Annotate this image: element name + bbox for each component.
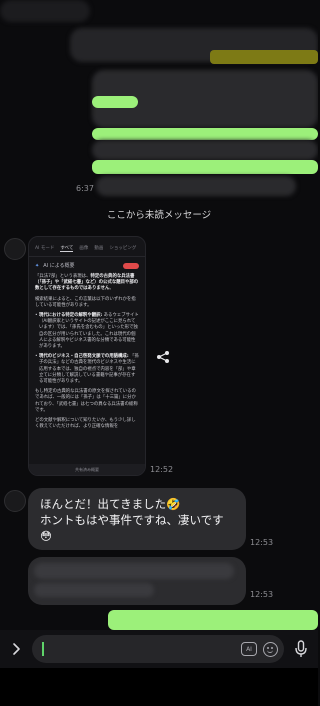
microphone-icon[interactable]	[292, 638, 310, 660]
reply-line: 😳	[40, 529, 52, 543]
share-icon[interactable]	[152, 346, 174, 368]
overview-list-item: 現代のビジネス・自己啓発文脈での用語構成: 「孫子の兵法」などの古典を現代のビジ…	[35, 354, 139, 385]
source-badge	[123, 262, 139, 269]
tab-images: 画像	[79, 246, 89, 251]
message-time: 6:37	[76, 184, 94, 193]
sparkle-icon: ✦	[35, 262, 40, 269]
system-navigation-area	[0, 668, 318, 706]
overview-list-item: 現代における特定の解釈や翻訳: あるウェブサイト（AI翻訳家というサイトの記述が…	[35, 313, 139, 350]
avatar[interactable]	[4, 238, 26, 260]
overview-paragraph: 検索結果によると、この言葉は以下のいずれかを指している可能性があります。	[35, 296, 136, 308]
reply-line: ほんとだ！出てきました🤣	[40, 497, 181, 511]
emoji-icon[interactable]	[263, 641, 278, 657]
message-input-bar: AI	[0, 630, 318, 668]
unread-divider: ここから未読メッセージ	[0, 205, 318, 223]
unread-divider-label: ここから未読メッセージ	[106, 210, 212, 221]
redacted-message	[0, 0, 90, 22]
redacted-text	[34, 563, 234, 579]
redacted-own-message	[108, 610, 318, 630]
chat-area: 6:37 ここから未読メッセージ AI モード すべて 画像 動画 ショッピング…	[0, 0, 318, 630]
redacted-text	[34, 583, 154, 597]
reply-line: ホントもはや事件ですね、凄いです	[40, 513, 224, 527]
message-time: 12:52	[150, 465, 174, 474]
overview-list: 現代における特定の解釈や翻訳: あるウェブサイト（AI翻訳家というサイトの記述が…	[29, 313, 145, 385]
ai-icon[interactable]: AI	[241, 642, 257, 656]
search-tabs: AI モード すべて 画像 動画 ショッピング	[29, 237, 145, 257]
screenshot-footer: 共有済み概要	[29, 464, 145, 475]
overview-paragraph: どの文献や解釈について知りたいか、もう少し詳しく教えていただければ、より正確な情…	[35, 418, 136, 430]
redacted-own-message	[92, 96, 138, 108]
tab-ai-mode: AI モード	[35, 246, 55, 251]
redacted-own-message	[92, 128, 318, 140]
ai-overview-label: AI による概要	[43, 263, 75, 269]
redacted-own-message	[92, 160, 318, 174]
reply-message[interactable]: ほんとだ！出てきました🤣 ホントもはや事件ですね、凄いです 😳	[28, 488, 246, 550]
redacted-highlight	[210, 50, 318, 64]
message-time: 12:53	[250, 538, 274, 547]
chevron-right-icon[interactable]	[8, 641, 24, 657]
redacted-message	[92, 140, 318, 160]
redacted-message[interactable]	[28, 557, 246, 605]
tab-videos: 動画	[94, 246, 104, 251]
avatar[interactable]	[4, 490, 26, 512]
overview-paragraph: もし特定の古典的な兵法書の原文を探されているのであれば、一般的には「孫子」は「十…	[35, 389, 138, 413]
overview-paragraph: 「兵法7部」という表現は、特定の古典的な兵法書（「孫子」や「武経七書」など）の公…	[35, 274, 139, 292]
message-input[interactable]: AI	[32, 635, 284, 663]
tab-shopping: ショッピング	[109, 246, 137, 251]
redacted-message	[96, 176, 296, 196]
ai-overview-header: ✦ AI による概要	[29, 257, 145, 274]
shared-screenshot[interactable]: AI モード すべて 画像 動画 ショッピング ✦ AI による概要 「兵法7部…	[28, 236, 146, 476]
message-time: 12:53	[250, 590, 274, 599]
text-caret	[42, 642, 44, 656]
tab-all: すべて	[60, 246, 74, 252]
